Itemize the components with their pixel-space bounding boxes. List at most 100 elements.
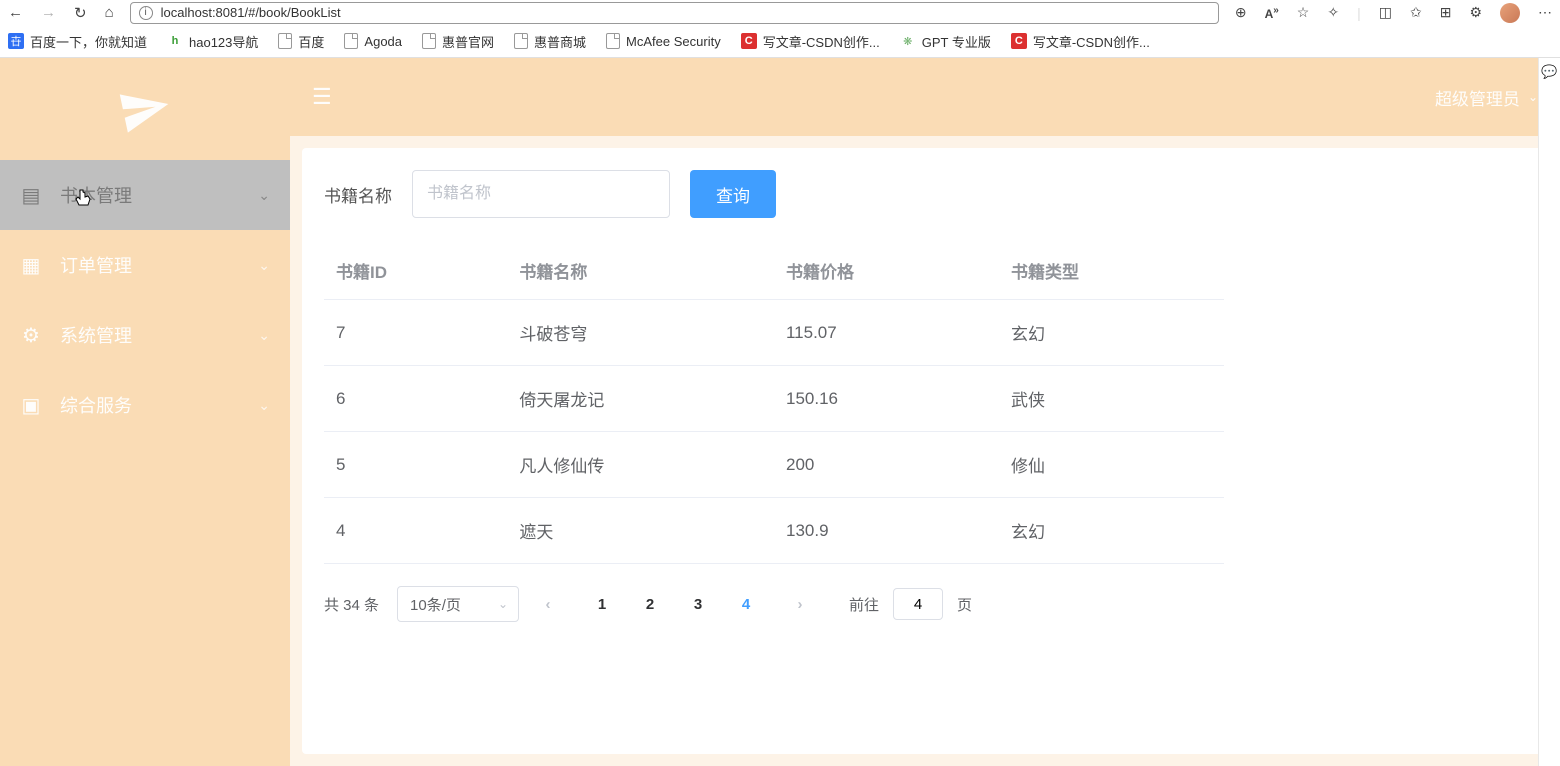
refresh-icon[interactable]: ↻ bbox=[74, 4, 87, 22]
doc-icon bbox=[422, 33, 436, 49]
page-number[interactable]: 3 bbox=[683, 596, 713, 613]
cell-id: 6 bbox=[324, 366, 507, 432]
collapse-sidebar-icon[interactable]: ☰ bbox=[312, 84, 332, 110]
sidebar-item-system[interactable]: ⚙ 系统管理 ⌄ bbox=[0, 300, 290, 370]
bookmark-item[interactable]: 百度 bbox=[278, 32, 324, 51]
forward-icon[interactable]: → bbox=[41, 4, 56, 21]
page-number[interactable]: 4 bbox=[731, 596, 761, 613]
doc-icon bbox=[514, 33, 528, 49]
favorites-bar-icon[interactable]: ✩ bbox=[1410, 4, 1422, 21]
chevron-down-icon: ⌄ bbox=[498, 597, 508, 611]
sidebar-item-order[interactable]: ▦ 订单管理 ⌄ bbox=[0, 230, 290, 300]
edge-sidebar: 💬 bbox=[1538, 58, 1560, 766]
clipboard-icon: ▦ bbox=[20, 254, 42, 276]
extensions-icon[interactable]: ✧ bbox=[1327, 4, 1339, 21]
chevron-down-icon: ⌄ bbox=[258, 257, 270, 274]
csdn-icon: C bbox=[1011, 33, 1027, 49]
bookmark-item[interactable]: 惠普官网 bbox=[422, 32, 494, 51]
url-input[interactable] bbox=[161, 5, 1210, 20]
cell-type: 武侠 bbox=[999, 366, 1224, 432]
user-name[interactable]: 超级管理员 bbox=[1435, 85, 1520, 110]
cell-price: 115.07 bbox=[774, 300, 999, 366]
chat-icon[interactable]: 💬 bbox=[1541, 64, 1557, 80]
browser-toolbar: ← → ↻ ⌂ i ⊕ A» ☆ ✧ | ◫ ✩ ⊞ ⚙ ⋯ bbox=[0, 0, 1560, 26]
page-number[interactable]: 2 bbox=[635, 596, 665, 613]
sidebar-item-label: 综合服务 bbox=[60, 392, 240, 418]
info-icon[interactable]: i bbox=[139, 6, 153, 20]
cell-price: 150.16 bbox=[774, 366, 999, 432]
bookmark-label: 写文章-CSDN创作... bbox=[1033, 32, 1150, 51]
logo-area bbox=[0, 58, 290, 160]
sidebar-item-label: 书本管理 bbox=[60, 182, 240, 208]
page-total: 共 34 条 bbox=[324, 594, 379, 615]
favorite-icon[interactable]: ☆ bbox=[1297, 4, 1310, 21]
bookmark-item[interactable]: 卋百度一下，你就知道 bbox=[8, 32, 147, 51]
next-page-button[interactable]: › bbox=[785, 589, 815, 619]
chevron-down-icon: ⌄ bbox=[258, 397, 270, 414]
doc-icon bbox=[606, 33, 620, 49]
doc-icon bbox=[344, 33, 358, 49]
cell-name: 遮天 bbox=[507, 498, 774, 564]
bookmark-item[interactable]: C 写文章-CSDN创作... bbox=[1011, 32, 1150, 51]
cell-price: 130.9 bbox=[774, 498, 999, 564]
cell-name: 凡人修仙传 bbox=[507, 432, 774, 498]
table-row[interactable]: 7斗破苍穹115.07玄幻 bbox=[324, 300, 1224, 366]
split-icon[interactable]: ◫ bbox=[1379, 4, 1392, 21]
col-price: 书籍价格 bbox=[774, 242, 999, 300]
table-wrap: 书籍ID 书籍名称 书籍价格 书籍类型 7斗破苍穹115.07玄幻6倚天屠龙记1… bbox=[324, 242, 1526, 564]
search-label: 书籍名称 bbox=[324, 182, 392, 207]
address-bar[interactable]: i bbox=[130, 2, 1219, 24]
profile-avatar[interactable] bbox=[1500, 3, 1520, 23]
settings-icon[interactable]: ⚙ bbox=[1469, 4, 1482, 21]
cell-name: 倚天屠龙记 bbox=[507, 366, 774, 432]
bookmark-label: 百度一下，你就知道 bbox=[30, 32, 147, 51]
csdn-icon: C bbox=[741, 33, 757, 49]
paper-plane-logo bbox=[114, 78, 176, 140]
home-icon[interactable]: ⌂ bbox=[105, 4, 114, 21]
bookmark-item[interactable]: 惠普商城 bbox=[514, 32, 586, 51]
read-aloud-icon[interactable]: A» bbox=[1265, 5, 1279, 21]
bookmark-label: 写文章-CSDN创作... bbox=[763, 32, 880, 51]
collections-icon[interactable]: ⊞ bbox=[1440, 4, 1452, 21]
bookmark-item[interactable]: C 写文章-CSDN创作... bbox=[741, 32, 880, 51]
bookmark-label: GPT 专业版 bbox=[922, 32, 991, 51]
bookmark-item[interactable]: McAfee Security bbox=[606, 33, 721, 49]
hao123-icon: h bbox=[167, 33, 183, 49]
bookmark-label: hao123导航 bbox=[189, 32, 258, 51]
page-size-value: 10条/页 bbox=[410, 594, 461, 615]
goto-page-input[interactable] bbox=[893, 588, 943, 620]
back-icon[interactable]: ← bbox=[8, 4, 23, 21]
cell-type: 修仙 bbox=[999, 432, 1224, 498]
doc-icon bbox=[278, 33, 292, 49]
topbar: ☰ 超级管理员 ⌄ bbox=[290, 58, 1560, 136]
page-size-select[interactable]: 10条/页 ⌄ bbox=[397, 586, 519, 622]
col-type: 书籍类型 bbox=[999, 242, 1224, 300]
search-row: 书籍名称 查询 bbox=[324, 170, 1526, 218]
bookmark-item[interactable]: Agoda bbox=[344, 33, 402, 49]
table-header-row: 书籍ID 书籍名称 书籍价格 书籍类型 bbox=[324, 242, 1224, 300]
prev-page-button[interactable]: ‹ bbox=[533, 589, 563, 619]
more-icon[interactable]: ⋯ bbox=[1538, 4, 1552, 21]
page-number[interactable]: 1 bbox=[587, 596, 617, 613]
query-button[interactable]: 查询 bbox=[690, 170, 776, 218]
table-row[interactable]: 5凡人修仙传200修仙 bbox=[324, 432, 1224, 498]
bookmark-item[interactable]: h hao123导航 bbox=[167, 32, 258, 51]
bookmark-bar: 卋百度一下，你就知道 hhao123导航 百度 Agoda 惠普官网 惠普商城 … bbox=[0, 26, 1560, 57]
gpt-icon: ❋ bbox=[900, 33, 916, 49]
nav-icons: ← → ↻ ⌂ bbox=[8, 4, 114, 22]
baidu-icon: 卋 bbox=[8, 33, 24, 49]
bookmark-item[interactable]: ❋ GPT 专业版 bbox=[900, 32, 991, 51]
table-row[interactable]: 6倚天屠龙记150.16武侠 bbox=[324, 366, 1224, 432]
sidebar-item-label: 订单管理 bbox=[60, 252, 240, 278]
browser-right-icons: ⊕ A» ☆ ✧ | ◫ ✩ ⊞ ⚙ ⋯ bbox=[1235, 3, 1552, 23]
goto-suffix: 页 bbox=[957, 594, 972, 615]
zoom-icon[interactable]: ⊕ bbox=[1235, 4, 1247, 21]
chevron-down-icon[interactable]: ⌄ bbox=[1528, 90, 1538, 104]
book-name-input[interactable] bbox=[412, 170, 670, 218]
sidebar-item-service[interactable]: ▣ 综合服务 ⌄ bbox=[0, 370, 290, 440]
app-root: ▤ 书本管理 ⌄ ▦ 订单管理 ⌄ ⚙ 系统管理 ⌄ ▣ 综合服务 ⌄ ☰ 超级… bbox=[0, 58, 1560, 766]
book-table: 书籍ID 书籍名称 书籍价格 书籍类型 7斗破苍穹115.07玄幻6倚天屠龙记1… bbox=[324, 242, 1224, 564]
sidebar-item-book[interactable]: ▤ 书本管理 ⌄ bbox=[0, 160, 290, 230]
cell-type: 玄幻 bbox=[999, 300, 1224, 366]
table-row[interactable]: 4遮天130.9玄幻 bbox=[324, 498, 1224, 564]
